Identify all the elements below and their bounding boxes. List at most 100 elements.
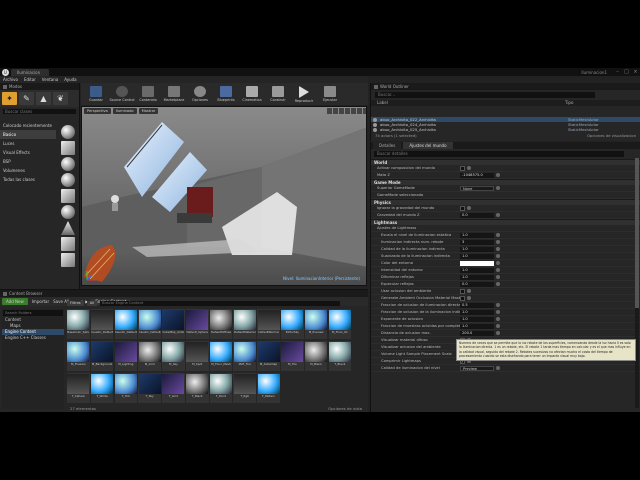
property-checkbox[interactable] [460,295,465,301]
asset-tile[interactable]: T_Blank [328,341,352,371]
outliner-col-label[interactable]: Label [377,100,565,106]
property-number-input[interactable]: 1.0 [460,232,494,238]
menu-edit[interactable]: Editar [21,77,39,82]
rotate-icon[interactable] [333,108,338,114]
reset-to-default-icon[interactable] [496,282,500,286]
property-number-input[interactable]: 1.0 [460,253,494,259]
eye-icon[interactable] [373,127,377,132]
reset-to-default-icon[interactable] [496,173,500,177]
lit-button[interactable]: Iluminado [112,108,137,114]
details-scrollbar[interactable] [635,158,639,408]
camera-speed-icon[interactable] [357,108,362,114]
mode-category-bsp[interactable]: BSP [0,157,56,166]
asset-tile[interactable]: M_Preview [304,309,328,339]
property-number-input[interactable]: 1.0 [460,316,494,322]
reset-to-default-icon[interactable] [467,206,471,210]
minimize-icon[interactable]: – [613,68,622,76]
asset-tile[interactable]: T_Black [185,373,209,403]
asset-tile[interactable]: T_Point [209,373,233,403]
property-number-input[interactable]: -1048575.0 [460,172,494,178]
property-number-input[interactable]: 1.0 [460,309,494,315]
asset-tile[interactable]: T_Sphere [67,373,90,403]
import-button[interactable]: Importar [32,299,49,304]
reset-to-default-icon[interactable] [496,261,500,265]
reset-to-default-icon[interactable] [467,166,471,170]
reset-to-default-icon[interactable] [496,275,500,279]
asset-tile[interactable]: M_Floor_01 [328,309,352,339]
asset-tile[interactable]: Caustic_Default_2 [138,309,161,339]
actor-cone-icon[interactable] [61,221,75,235]
reset-to-default-icon[interactable] [496,240,500,244]
asset-tile[interactable]: M_Lighting [114,341,138,371]
modes-search-input[interactable]: Buscar clases [3,109,76,114]
content-button[interactable]: Contenido [135,83,161,105]
level-viewport[interactable]: Perspectiva Iluminado Mostrar Nivel: Ilu… [81,106,367,286]
menu-window[interactable]: Ventana [39,77,61,82]
menu-help[interactable]: Ayuda [61,77,79,82]
asset-tile[interactable]: T_White [90,373,114,403]
reset-to-default-icon[interactable] [467,296,471,300]
property-number-input[interactable]: 1.0 [460,267,494,273]
paint-mode-icon[interactable]: ✎ [19,92,34,105]
level-tab[interactable]: Iluminacion Interior [11,68,49,82]
folder-engine-cpp[interactable]: Engine C++ Classes [2,335,64,341]
play-button[interactable]: Reproducir [291,83,317,105]
asset-tile[interactable]: Default_Sphere [185,309,209,339]
place-mode-icon[interactable]: ✦ [2,92,17,105]
close-icon[interactable]: × [631,68,640,76]
maximize-icon[interactable]: □ [622,68,631,76]
reset-to-default-icon[interactable] [496,186,500,190]
mode-category-all[interactable]: Todas las clases [0,175,56,184]
asset-tile[interactable]: DefaultMaterial [233,309,257,339]
perspective-button[interactable]: Perspectiva [84,108,111,114]
property-number-input[interactable]: 1.0 [460,323,494,329]
mode-category-volumes[interactable]: Volumenes [0,166,56,175]
outliner-search-input[interactable]: Buscar... [375,92,595,98]
asset-tile[interactable]: T_Hdr [114,373,138,403]
asset-tile[interactable]: M_Floor_Mesh [209,341,233,371]
maximize-viewport-icon[interactable] [363,108,366,114]
foliage-mode-icon[interactable]: ❦ [53,92,68,105]
property-number-input[interactable]: 1.0 [460,246,494,252]
property-number-input[interactable]: 0.0 [460,281,494,287]
property-dropdown[interactable]: None [460,185,494,191]
mode-category-lights[interactable]: Luces [0,139,56,148]
translate-icon[interactable] [327,108,332,114]
reset-to-default-icon[interactable] [496,233,500,237]
actor-plane-icon[interactable] [61,237,75,251]
property-checkbox[interactable] [460,205,465,211]
actor-cube-icon[interactable] [61,141,75,155]
angle-snap-icon[interactable] [351,108,356,114]
asset-tile[interactable]: Caustic_Default [90,309,114,339]
asset-tile[interactable]: M_Sky [162,341,185,371]
landscape-mode-icon[interactable]: ▲ [36,92,51,105]
asset-view-options[interactable]: Opciones de vista [328,406,362,412]
property-number-input[interactable]: 0.5 [460,302,494,308]
asset-tile[interactable]: EditorSky [281,309,304,339]
grid-snap-icon[interactable] [345,108,350,114]
asset-search-input[interactable]: Buscar Engine Content [100,301,341,306]
mode-category-basic[interactable]: Basico [0,130,56,139]
reset-to-default-icon[interactable] [496,303,500,307]
asset-tile[interactable]: M_Cubemap [257,341,280,371]
property-number-input[interactable]: 3 [460,239,494,245]
reset-to-default-icon[interactable] [496,317,500,321]
asset-tile[interactable]: M_Tile [281,341,304,371]
marketplace-button[interactable]: Marketplace [161,83,187,105]
blueprints-button[interactable]: Blueprints [213,83,239,105]
menu-file[interactable]: Archivo [0,77,21,82]
tab-details[interactable]: Detalles [373,142,402,149]
property-dropdown[interactable]: Preview [460,365,494,371]
asset-tile[interactable]: CubeMap_Ambient [162,309,185,339]
property-number-input[interactable]: 1.0 [460,274,494,280]
asset-tile[interactable]: T_Grid [162,373,185,403]
source-control-button[interactable]: Source Control [109,83,135,105]
reset-to-default-icon[interactable] [496,310,500,314]
actor-light-icon[interactable] [61,157,75,171]
eye-icon[interactable] [373,117,377,122]
details-search-input[interactable]: Buscar detalles [374,151,624,157]
outliner-col-type[interactable]: Tipo [565,100,573,106]
asset-tile[interactable]: M_Grid [138,341,161,371]
cinematics-button[interactable]: Cinematica [239,83,265,105]
actor-box-trigger-icon[interactable] [61,253,75,267]
